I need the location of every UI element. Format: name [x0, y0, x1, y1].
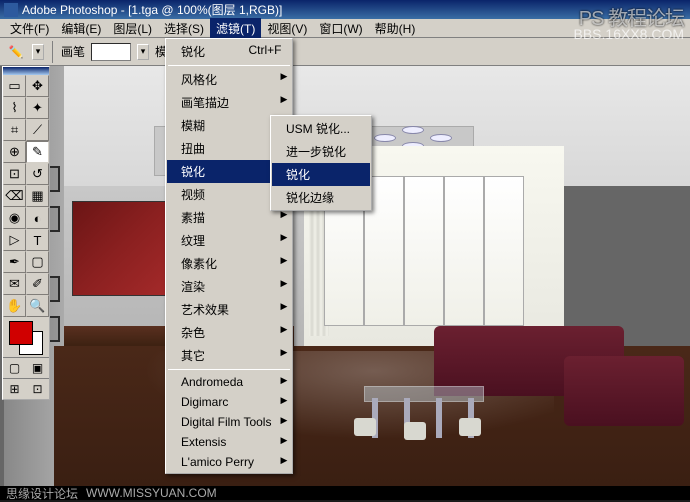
lasso-tool[interactable]: ⌇ [3, 97, 26, 119]
crop-tool[interactable]: ⌗ [3, 119, 26, 141]
menu-help[interactable]: 帮助(H) [369, 18, 422, 39]
menu-stylize[interactable]: 风格化 [167, 68, 291, 91]
menu-digimarc[interactable]: Digimarc [167, 392, 291, 412]
menu-window[interactable]: 窗口(W) [313, 18, 368, 39]
submenu-sharpen-more[interactable]: 进一步锐化 [272, 140, 370, 163]
window-pane [484, 176, 524, 326]
quickmask-mode[interactable]: ▣ [26, 358, 49, 378]
menu-separator [168, 369, 290, 370]
eyedropper-tool[interactable]: ✐ [26, 273, 49, 295]
watermark-footer: 思缘设计论坛 WWW.MISSYUAN.COM [0, 486, 690, 500]
menu-view[interactable]: 视图(V) [261, 18, 313, 39]
dodge-tool[interactable]: ◐ [26, 207, 49, 229]
options-bar: ✏️ ▾ 画笔 ▾ 模式 正常 ▾ [0, 38, 690, 66]
gradient-tool[interactable]: ▦ [26, 185, 49, 207]
scene-sofa-side [564, 356, 684, 426]
heal-tool[interactable]: ⊕ [3, 141, 26, 163]
stamp-tool[interactable]: ⊡ [3, 163, 26, 185]
menu-select[interactable]: 选择(S) [158, 18, 210, 39]
slice-tool[interactable]: ⟋ [26, 119, 49, 141]
menu-layer[interactable]: 图层(L) [107, 18, 158, 39]
submenu-sharpen[interactable]: 锐化 [272, 163, 370, 186]
foreground-color[interactable] [9, 321, 33, 345]
window-pane [404, 176, 444, 326]
window-title: Adobe Photoshop - [1.tga @ 100%(图层 1,RGB… [22, 1, 282, 18]
hand-tool[interactable]: ✋ [3, 295, 26, 317]
watermark-top-2: BBS.16XX8.COM [574, 26, 685, 42]
menu-filter[interactable]: 滤镜(T) [210, 18, 261, 39]
screen-mode-row: ⊞ ⊡ [3, 378, 49, 399]
divider [52, 41, 53, 63]
watermark-text-1: 思缘设计论坛 [6, 485, 78, 502]
app-window: Adobe Photoshop - [1.tga @ 100%(图层 1,RGB… [0, 0, 690, 486]
screen-mode-2[interactable]: ⊡ [26, 379, 49, 399]
menu-edit[interactable]: 编辑(E) [55, 18, 107, 39]
brush-label: 画笔 [61, 43, 85, 60]
table-leg [436, 398, 442, 438]
move-tool[interactable]: ✥ [26, 75, 49, 97]
menu-extensis[interactable]: Extensis [167, 432, 291, 452]
scene-chandelier [374, 116, 454, 146]
menu-brush-strokes[interactable]: 画笔描边 [167, 91, 291, 114]
type-tool[interactable]: T [26, 229, 49, 251]
app-icon [4, 3, 18, 17]
scene-coffee-table [364, 386, 484, 436]
stool [459, 418, 481, 436]
toolbox-titlebar[interactable] [3, 67, 49, 75]
menu-other[interactable]: 其它 [167, 344, 291, 367]
light-plate [402, 126, 424, 134]
menu-artistic[interactable]: 艺术效果 [167, 298, 291, 321]
standard-mode[interactable]: ▢ [3, 358, 26, 378]
menu-last-filter[interactable]: 锐化 Ctrl+F [167, 40, 291, 63]
menu-shortcut: Ctrl+F [248, 43, 281, 57]
marquee-tool[interactable]: ▭ [3, 75, 26, 97]
filter-menu-dropdown: 锐化 Ctrl+F 风格化 画笔描边 模糊 扭曲 锐化 视频 素描 纹理 像素化… [165, 38, 293, 474]
brush-preset-icon[interactable]: ✏️ [6, 42, 26, 62]
blur-tool[interactable]: ◉ [3, 207, 26, 229]
light-plate [374, 134, 396, 142]
zoom-tool[interactable]: 🔍 [26, 295, 49, 317]
menu-file[interactable]: 文件(F) [4, 18, 55, 39]
brush-dropdown[interactable]: ▾ [137, 44, 149, 60]
tool-grid: ▭ ✥ ⌇ ✦ ⌗ ⟋ ⊕ ✎ ⊡ ↺ ⌫ ▦ ◉ ◐ ▷ T ✒ ▢ ✉ ✐ [3, 75, 49, 317]
stool [354, 418, 376, 436]
menu-label: 锐化 [181, 45, 205, 59]
submenu-usm[interactable]: USM 锐化... [272, 117, 370, 140]
light-plate [430, 134, 452, 142]
menu-digital-film[interactable]: Digital Film Tools [167, 412, 291, 432]
stool [404, 422, 426, 440]
submenu-sharpen-edges[interactable]: 锐化边缘 [272, 186, 370, 209]
brush-value[interactable] [91, 43, 131, 61]
menu-pixelate[interactable]: 像素化 [167, 252, 291, 275]
watermark-text-2: WWW.MISSYUAN.COM [86, 486, 217, 500]
eraser-tool[interactable]: ⌫ [3, 185, 26, 207]
brush-preset-dropdown[interactable]: ▾ [32, 44, 44, 60]
menu-render[interactable]: 渲染 [167, 275, 291, 298]
menu-lamico[interactable]: L'amico Perry [167, 452, 291, 472]
pen-tool[interactable]: ✒ [3, 251, 26, 273]
brush-tool[interactable]: ✎ [26, 141, 49, 163]
table-glass [364, 386, 484, 402]
wand-tool[interactable]: ✦ [26, 97, 49, 119]
scene-wall-art [72, 201, 172, 296]
menu-andromeda[interactable]: Andromeda [167, 372, 291, 392]
sharpen-submenu: USM 锐化... 进一步锐化 锐化 锐化边缘 [270, 115, 372, 211]
history-brush-tool[interactable]: ↺ [26, 163, 49, 185]
screen-mode-1[interactable]: ⊞ [3, 379, 26, 399]
menu-noise[interactable]: 杂色 [167, 321, 291, 344]
notes-tool[interactable]: ✉ [3, 273, 26, 295]
toolbox: ▭ ✥ ⌇ ✦ ⌗ ⟋ ⊕ ✎ ⊡ ↺ ⌫ ▦ ◉ ◐ ▷ T ✒ ▢ ✉ ✐ [2, 66, 50, 400]
menu-texture[interactable]: 纹理 [167, 229, 291, 252]
menu-separator [168, 65, 290, 66]
path-tool[interactable]: ▷ [3, 229, 26, 251]
window-pane [444, 176, 484, 326]
shape-tool[interactable]: ▢ [26, 251, 49, 273]
mask-mode-row: ▢ ▣ [3, 357, 49, 378]
color-swatches [3, 317, 49, 357]
